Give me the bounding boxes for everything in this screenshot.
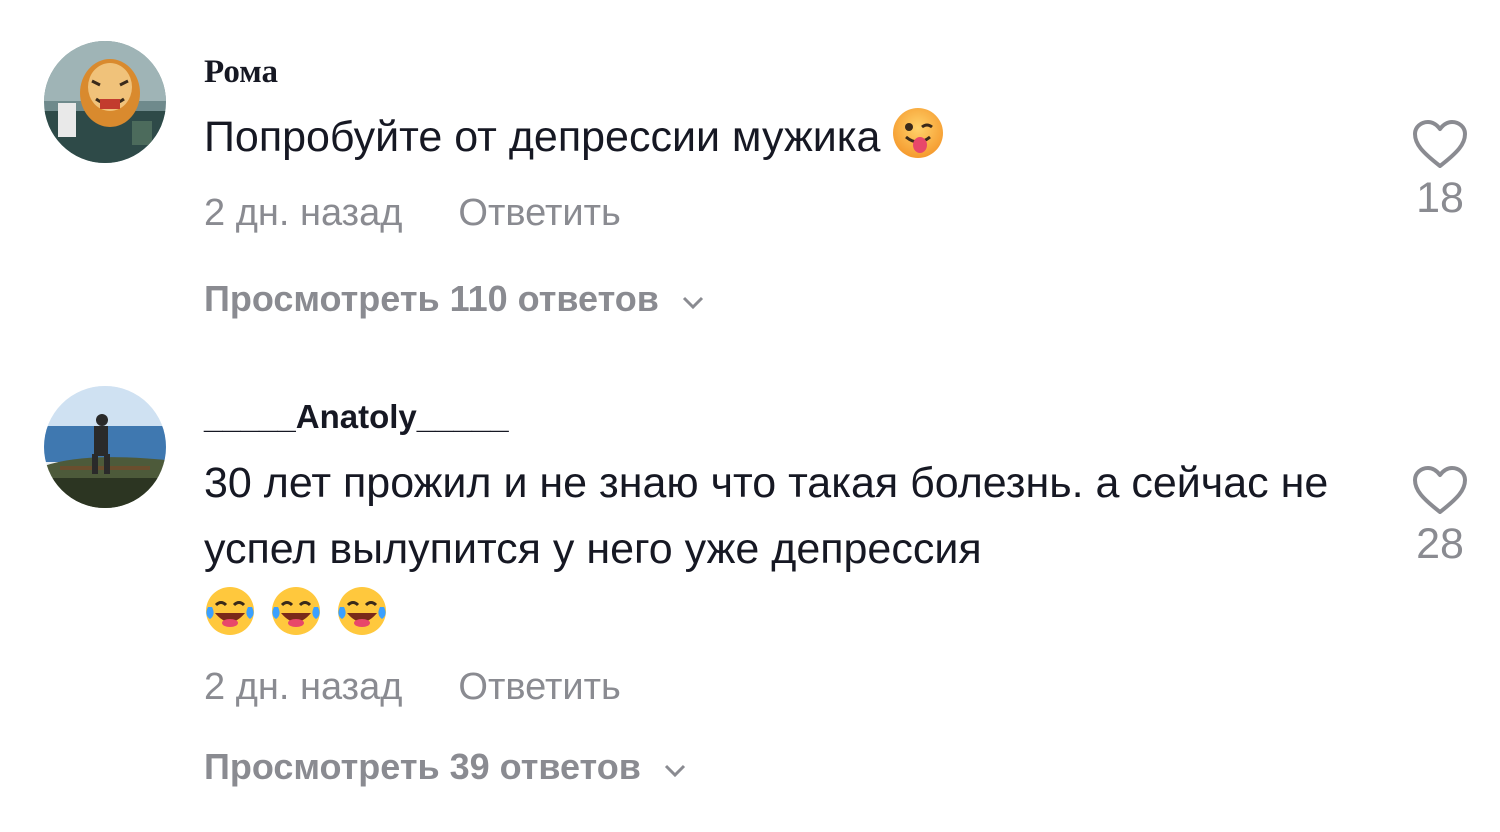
chevron-down-icon [681, 278, 705, 320]
like-count: 28 [1416, 520, 1464, 568]
tears-of-joy-emoji [204, 585, 256, 637]
comment-time: 2 дн. назад [204, 666, 403, 708]
comment-list: Рома Попробуйте от депрессии мужика 2 дн… [0, 0, 1500, 832]
view-replies-label: Просмотреть 110 ответов [204, 278, 659, 319]
reply-button[interactable]: Ответить [458, 192, 620, 234]
like-button[interactable]: 28 [1400, 466, 1480, 569]
avatar[interactable] [44, 41, 166, 163]
like-button[interactable]: 18 [1400, 120, 1480, 223]
view-replies-button[interactable]: Просмотреть 110 ответов [204, 278, 705, 320]
tears-of-joy-emoji [336, 585, 388, 637]
username[interactable]: Рома [204, 54, 278, 91]
winking-tongue-face-emoji [892, 107, 944, 159]
comment-meta: 2 дн. назад Ответить [204, 192, 621, 235]
comment-text-body: 30 лет прожил и не знаю что такая болезн… [204, 459, 1329, 573]
username[interactable]: _____Anatoly_____ [204, 398, 509, 436]
like-count: 18 [1416, 174, 1464, 222]
chevron-down-icon [663, 746, 687, 788]
tears-of-joy-emoji [270, 585, 322, 637]
heart-outline-icon[interactable] [1400, 120, 1480, 170]
comment-text: 30 лет прожил и не знаю что такая болезн… [204, 450, 1344, 648]
view-replies-button[interactable]: Просмотреть 39 ответов [204, 746, 687, 788]
comment-text-body: Попробуйте от депрессии мужика [204, 113, 881, 161]
reply-button[interactable]: Ответить [458, 666, 620, 708]
comment-text: Попробуйте от депрессии мужика [204, 104, 1344, 170]
view-replies-label: Просмотреть 39 ответов [204, 746, 641, 787]
heart-outline-icon[interactable] [1400, 466, 1480, 516]
comment-time: 2 дн. назад [204, 192, 403, 234]
comment-meta: 2 дн. назад Ответить [204, 666, 621, 709]
avatar[interactable] [44, 386, 166, 508]
